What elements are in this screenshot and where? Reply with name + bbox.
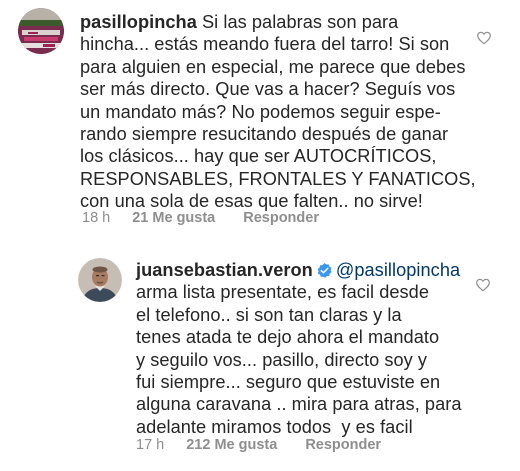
likes-count[interactable]: 212 Me gusta: [186, 437, 277, 453]
comment-meta: 18 h 21 Me gusta Responder: [82, 210, 319, 226]
user-avatar[interactable]: [18, 8, 64, 54]
comment-text-line: para alguien en especial, me parece que …: [80, 56, 466, 77]
comment-text-line: alguna caravana .. mira para atras, para: [136, 394, 462, 415]
likes-count[interactable]: 21 Me gusta: [132, 210, 215, 226]
user-avatar[interactable]: [78, 258, 122, 302]
reply-button[interactable]: Responder: [305, 437, 381, 453]
reply-button[interactable]: Responder: [243, 210, 319, 226]
comment-text-line: arma lista presentate, es facil desde: [136, 282, 430, 303]
heart-icon[interactable]: [476, 30, 492, 46]
comment-text-line: un mandato más? No podemos seguir espe-: [80, 101, 441, 122]
comment-body: juansebastian.veron @pasillopincha arma l…: [136, 259, 476, 438]
comment-text-line: adelante miramos todos y es facil: [136, 416, 413, 437]
comment-time: 17 h: [136, 437, 165, 453]
comment-meta: 17 h 212 Me gusta Responder: [136, 437, 381, 453]
man-portrait-avatar: [78, 258, 122, 302]
comment-text-line: hincha... estás meando fuera del tarro! …: [80, 34, 450, 55]
comment-text-line: Si las palabras son para: [201, 12, 399, 32]
comment-username[interactable]: pasillopincha: [80, 12, 197, 32]
heart-icon[interactable]: [475, 277, 491, 293]
comment-text-line: RESPONSABLES, FRONTALES Y FANATICOS,: [80, 168, 476, 189]
comment-text-line: el telefono.. si son tan claras y la: [136, 304, 402, 325]
stadium-photo-avatar: [18, 8, 64, 54]
comment-text-line: fui siempre... seguro que estuviste en: [136, 372, 441, 393]
comment-text-line: los clásicos... hay que ser AUTOCRÍTICOS…: [80, 146, 437, 167]
comment-username[interactable]: juansebastian.veron: [136, 260, 313, 280]
comment-text-line: y seguilo vos... pasillo, directo soy y: [136, 349, 428, 370]
comment: pasillopincha Si las palabras son para h…: [18, 8, 518, 238]
comment-body: pasillopincha Si las palabras son para h…: [80, 11, 480, 213]
comment-text-line: tenes atada te dejo ahora el mandato: [136, 327, 440, 348]
reply-comment: juansebastian.veron @pasillopincha arma l…: [78, 258, 518, 463]
user-mention-link[interactable]: @pasillopincha: [336, 260, 460, 280]
comment-text-line: rando siempre resucitando después de gan…: [80, 124, 449, 145]
comment-time: 18 h: [82, 210, 111, 226]
verified-badge-icon: [317, 263, 332, 278]
comment-text-line: ser más directo. Que vas a hacer? Seguís…: [80, 79, 456, 100]
